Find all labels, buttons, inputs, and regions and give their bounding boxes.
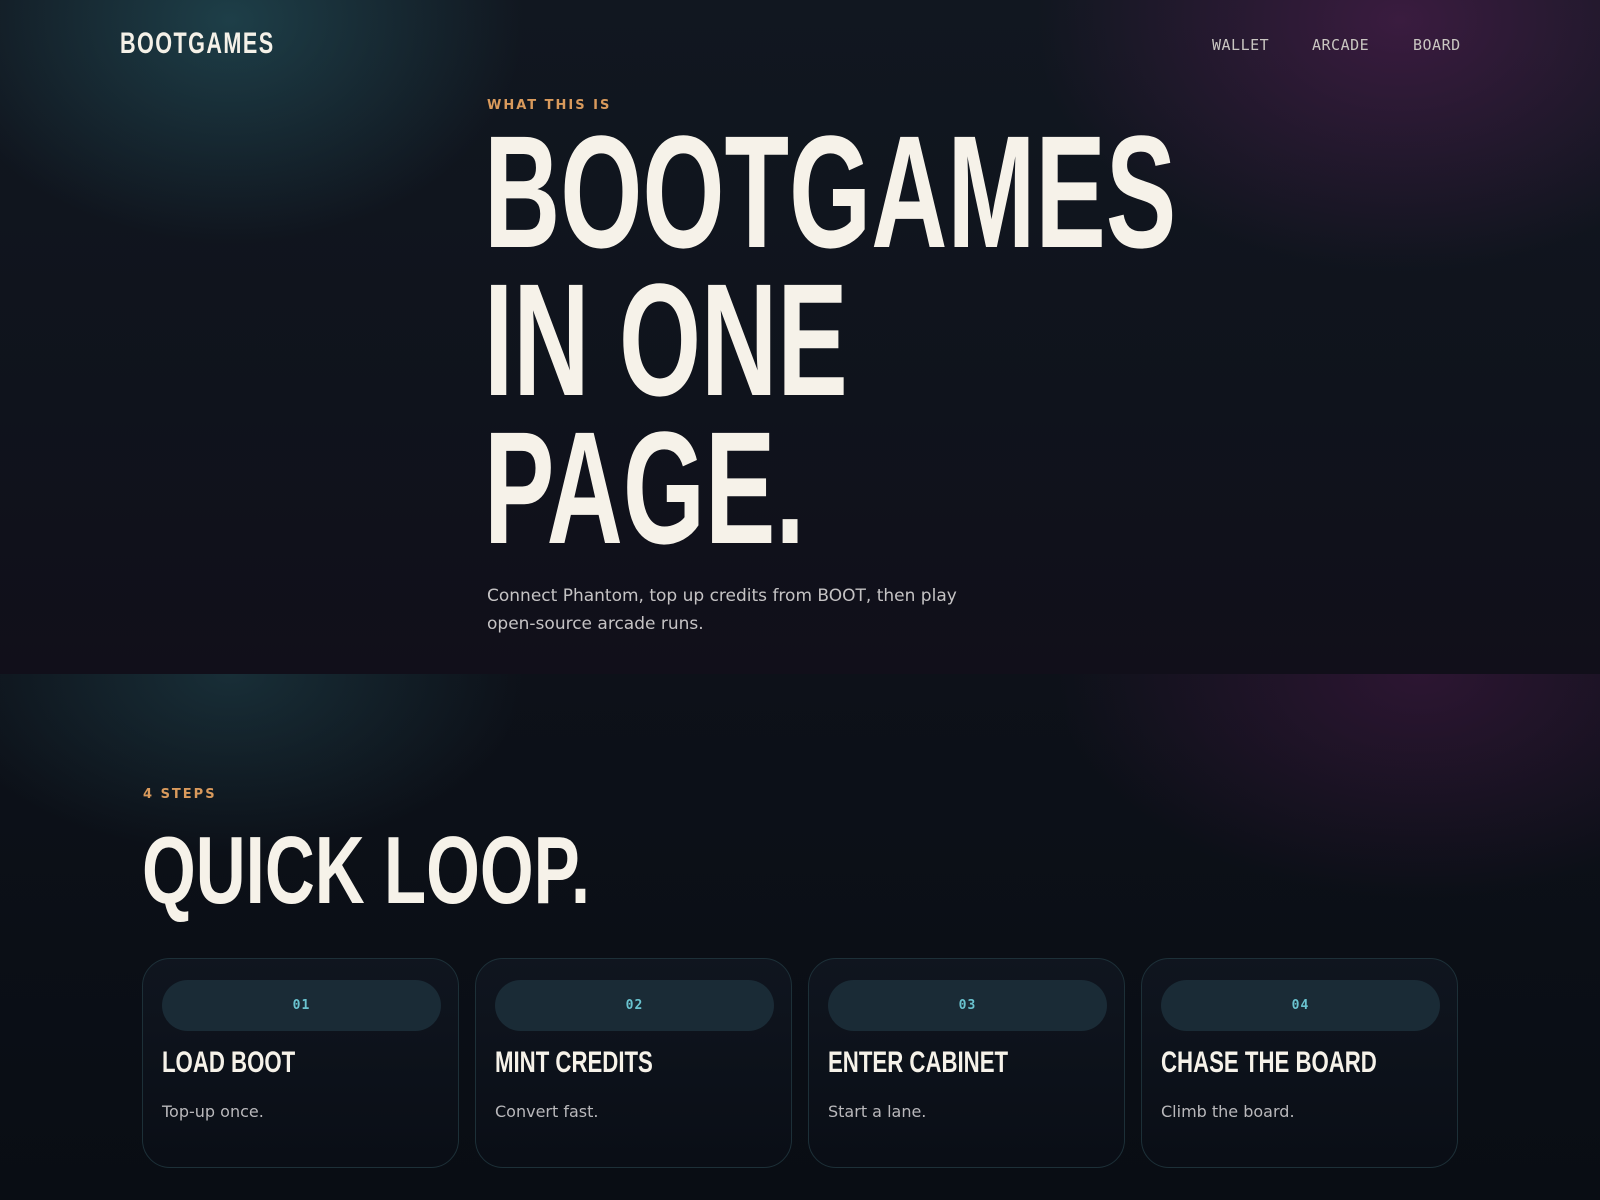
step-description: Climb the board. [1161, 1102, 1295, 1121]
step-description: Convert fast. [495, 1102, 599, 1121]
main-nav: WALLET ARCADE BOARD [0, 36, 1600, 56]
nav-link-board[interactable]: BOARD [1413, 36, 1461, 54]
step-card: 02 MINT CREDITS Convert fast. [475, 958, 792, 1168]
step-description: Start a lane. [828, 1102, 927, 1121]
step-title: ENTER CABINET [828, 1046, 1009, 1079]
step-title: LOAD BOOT [162, 1046, 296, 1079]
step-card: 04 CHASE THE BOARD Climb the board. [1141, 958, 1458, 1168]
hero-title-line-1: BOOTGAMES [484, 102, 1177, 281]
step-card: 03 ENTER CABINET Start a lane. [808, 958, 1125, 1168]
step-number-badge: 03 [828, 980, 1107, 1031]
step-number-badge: 01 [162, 980, 441, 1031]
step-number-badge: 02 [495, 980, 774, 1031]
hero-description: Connect Phantom, top up credits from BOO… [487, 586, 957, 634]
nav-link-arcade[interactable]: ARCADE [1312, 36, 1369, 54]
nav-link-wallet[interactable]: WALLET [1212, 36, 1269, 54]
step-number-badge: 04 [1161, 980, 1440, 1031]
steps-title: QUICK LOOP. [142, 817, 591, 924]
hero-title-line-2: IN ONE [484, 250, 848, 429]
hero-title-line-3: PAGE. [484, 398, 805, 577]
step-description: Top-up once. [162, 1102, 264, 1121]
step-title: MINT CREDITS [495, 1046, 653, 1079]
hero-section: BOOTGAMES WALLET ARCADE BOARD WHAT THIS … [0, 0, 1600, 674]
step-card: 01 LOAD BOOT Top-up once. [142, 958, 459, 1168]
step-title: CHASE THE BOARD [1161, 1046, 1377, 1079]
steps-cards: 01 LOAD BOOT Top-up once. 02 MINT CREDIT… [142, 958, 1458, 1168]
hero-title: BOOTGAMES IN ONE PAGE. [484, 102, 1177, 577]
steps-eyebrow: 4 STEPS [143, 787, 217, 802]
